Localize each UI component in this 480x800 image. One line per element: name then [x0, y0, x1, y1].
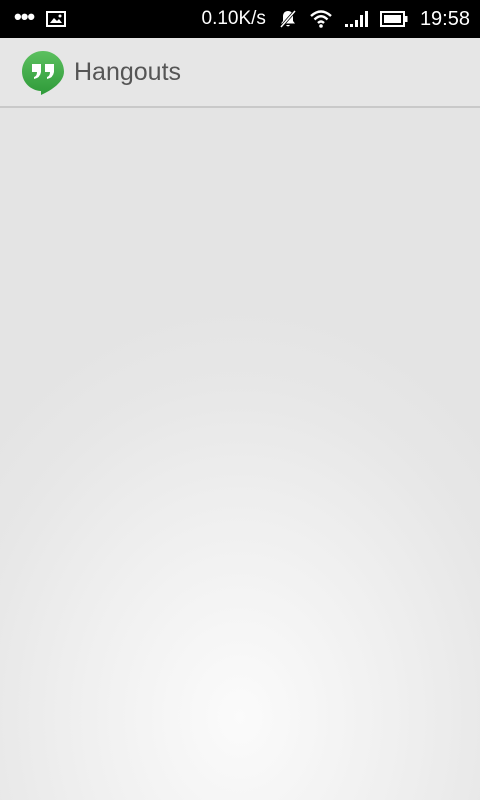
app-title: Hangouts	[74, 58, 182, 86]
main-content	[0, 108, 480, 800]
image-icon	[46, 11, 67, 27]
action-bar: Hangouts	[0, 38, 480, 108]
notifications-off-icon	[279, 10, 297, 28]
status-bar-left: •••	[14, 2, 67, 36]
status-bar: ••• 0.10K/s 19:58	[0, 0, 480, 38]
status-bar-right: 0.10K/s 19:58	[202, 0, 471, 38]
hangouts-icon[interactable]	[20, 49, 66, 95]
signal-icon	[344, 11, 368, 27]
overflow-dots-icon: •••	[14, 4, 35, 29]
clock: 19:58	[419, 8, 470, 30]
wifi-icon	[310, 10, 332, 28]
network-speed: 0.10K/s	[201, 8, 266, 29]
battery-icon	[379, 11, 408, 27]
